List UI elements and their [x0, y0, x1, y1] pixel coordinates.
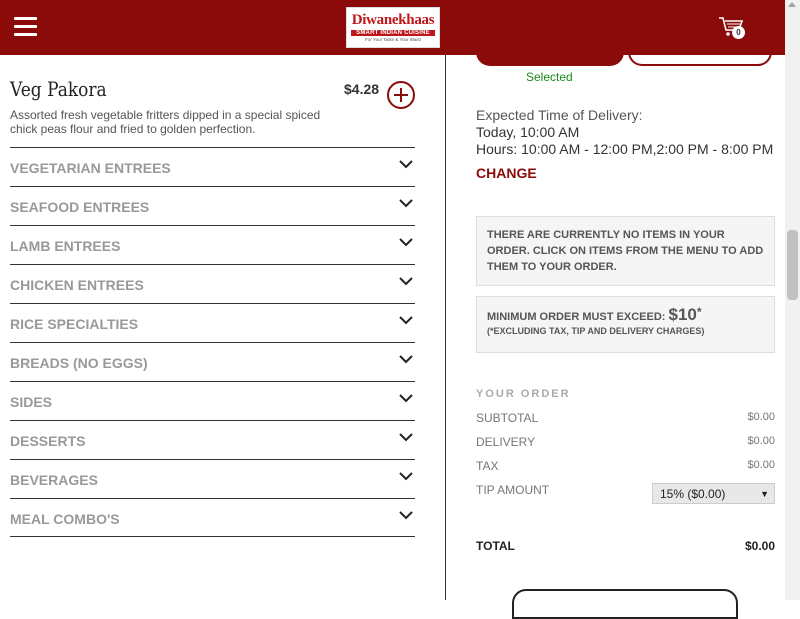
minimum-order-note: (*EXCLUDING TAX, TIP AND DELIVERY CHARGE… [487, 326, 705, 336]
category-label: BREADS (NO EGGS) [10, 355, 148, 371]
minimum-order-line: MINIMUM ORDER MUST EXCEED: $10* [487, 305, 764, 325]
category-sides[interactable]: SIDES [10, 381, 415, 420]
minimum-order-amount: $10 [668, 305, 697, 324]
scrollbar-thumb[interactable] [787, 230, 798, 300]
category-label: BEVERAGES [10, 472, 98, 488]
category-label: SIDES [10, 394, 53, 410]
category-label: VEGETARIAN ENTREES [10, 160, 171, 176]
total-row: TOTAL $0.00 [476, 539, 775, 553]
category-label: DESSERTS [10, 433, 86, 449]
chevron-down-icon [399, 394, 413, 403]
logo-subtagline: For Your Taste & Your Waist [365, 37, 421, 42]
dropdown-arrow-icon: ▼ [760, 489, 769, 499]
category-vegetarian-entrees[interactable]: VEGETARIAN ENTREES [10, 147, 415, 186]
category-meal-combos[interactable]: MEAL COMBO'S [10, 498, 415, 537]
hamburger-menu-icon[interactable] [14, 17, 37, 37]
category-label: RICE SPECIALTIES [10, 316, 139, 332]
minimum-order-label: MINIMUM ORDER MUST EXCEED: [487, 311, 666, 323]
delivery-time-label: Expected Time of Delivery: [476, 107, 643, 123]
page-scrollbar[interactable] [785, 0, 800, 600]
chevron-down-icon [399, 472, 413, 481]
chevron-down-icon [399, 316, 413, 325]
tip-selected-value: 15% ($0.00) [660, 487, 726, 501]
chevron-down-icon [399, 355, 413, 364]
total-label: TOTAL [476, 539, 515, 553]
tax-label: TAX [476, 459, 499, 473]
subtotal-label: SUBTOTAL [476, 411, 539, 425]
selected-label: Selected [526, 70, 573, 84]
menu-item-description: Assorted fresh vegetable fritters dipped… [10, 108, 321, 136]
delivery-value: $0.00 [747, 435, 775, 447]
chevron-down-icon [399, 160, 413, 169]
category-seafood-entrees[interactable]: SEAFOOD ENTREES [10, 186, 415, 225]
chevron-down-icon [399, 199, 413, 208]
category-rice-specialties[interactable]: RICE SPECIALTIES [10, 303, 415, 342]
category-beverages[interactable]: BEVERAGES [10, 459, 415, 498]
order-type-tab[interactable] [628, 38, 772, 66]
total-value: $0.00 [744, 539, 775, 553]
tip-amount-select[interactable]: 15% ($0.00) ▼ [652, 483, 775, 504]
category-label: SEAFOOD ENTREES [10, 199, 150, 215]
menu-item-price: $4.28 [344, 81, 380, 97]
your-order-heading: YOUR ORDER [476, 388, 571, 400]
category-label: MEAL COMBO'S [10, 511, 120, 527]
checkout-button[interactable] [512, 589, 738, 619]
category-label: LAMB ENTREES [10, 238, 121, 254]
tip-label: TIP AMOUNT [476, 483, 550, 497]
category-breads[interactable]: BREADS (NO EGGS) [10, 342, 415, 381]
subtotal-value: $0.00 [747, 411, 775, 423]
menu-item-title: Veg Pakora [10, 77, 107, 101]
chevron-down-icon [399, 433, 413, 442]
business-hours: Hours: 10:00 AM - 12:00 PM,2:00 PM - 8:0… [476, 141, 774, 157]
scroll-up-arrow-icon[interactable] [788, 2, 796, 7]
minimum-order-star: * [696, 305, 702, 319]
category-chicken-entrees[interactable]: CHICKEN ENTREES [10, 264, 415, 303]
logo-tagline: SMART INDIAN CUISINE [351, 30, 435, 36]
category-accordion: VEGETARIAN ENTREES SEAFOOD ENTREES LAMB … [10, 147, 415, 537]
chevron-down-icon [399, 277, 413, 286]
add-item-button[interactable] [387, 81, 415, 109]
change-time-link[interactable]: CHANGE [476, 165, 537, 181]
delivery-row: DELIVERY $0.00 [476, 435, 775, 449]
category-label: CHICKEN ENTREES [10, 277, 144, 293]
chevron-down-icon [399, 238, 413, 247]
tax-value: $0.00 [747, 459, 775, 471]
category-desserts[interactable]: DESSERTS [10, 420, 415, 459]
restaurant-logo[interactable]: Diwanekhaas SMART INDIAN CUISINE For You… [346, 7, 440, 48]
minimum-order-box: MINIMUM ORDER MUST EXCEED: $10* (*EXCLUD… [476, 296, 775, 353]
logo-name: Diwanekhaas [351, 12, 435, 28]
column-divider [445, 55, 446, 600]
empty-order-notice: THERE ARE CURRENTLY NO ITEMS IN YOUR ORD… [476, 216, 775, 286]
order-type-tab-selected[interactable] [476, 38, 624, 66]
delivery-time-value: Today, 10:00 AM [476, 124, 580, 140]
subtotal-row: SUBTOTAL $0.00 [476, 411, 775, 425]
category-lamb-entrees[interactable]: LAMB ENTREES [10, 225, 415, 264]
chevron-down-icon [399, 511, 413, 520]
delivery-label: DELIVERY [476, 435, 536, 449]
tax-row: TAX $0.00 [476, 459, 775, 473]
